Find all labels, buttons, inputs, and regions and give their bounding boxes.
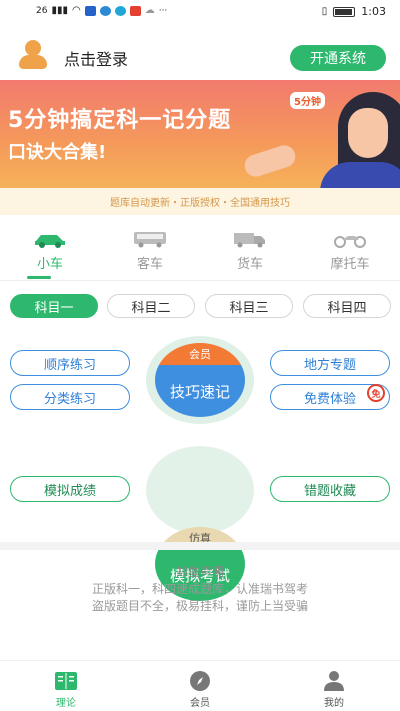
- wifi-icon: ◠: [71, 5, 81, 16]
- tab-truck-label: 货车: [236, 257, 263, 272]
- nav-member-label: 会员: [190, 698, 210, 709]
- battery-icon: [333, 6, 356, 17]
- bus-icon: [133, 230, 167, 248]
- exam-ring: [146, 446, 254, 534]
- tips-circle-button[interactable]: 会员 技巧速记: [155, 343, 245, 417]
- avatar[interactable]: [17, 40, 49, 72]
- car-icon: [33, 230, 67, 248]
- feature-strip: 题库自动更新・正版授权・全国通用技巧: [0, 188, 400, 215]
- nav-member[interactable]: 会员: [170, 670, 230, 709]
- login-link[interactable]: 点击登录: [64, 46, 128, 70]
- truck-icon: [233, 230, 267, 248]
- tab-truck[interactable]: 货车: [215, 228, 285, 272]
- open-system-button[interactable]: 开通系统: [290, 45, 386, 71]
- local-topics-button[interactable]: 地方专题: [270, 350, 390, 376]
- book-icon: [54, 670, 78, 692]
- clock: 1:03: [361, 5, 386, 18]
- status-right: ▯ 1:03: [322, 5, 386, 18]
- sequential-practice-button[interactable]: 顺序练习: [10, 350, 130, 376]
- subject-1[interactable]: 科目一: [10, 294, 98, 318]
- app-icon-2: [99, 5, 111, 16]
- free-badge: 免: [367, 384, 385, 402]
- wrong-collect-button[interactable]: 错题收藏: [270, 476, 390, 502]
- tab-car[interactable]: 小车: [15, 228, 85, 272]
- notice-line-2: 盗版题目不全，极易挂科，谨防上当受骗: [91, 599, 308, 613]
- app-icon-3: [114, 5, 126, 16]
- nav-mine[interactable]: 我的: [304, 670, 364, 709]
- divider: [0, 280, 400, 281]
- vibrate-icon: ▯: [321, 6, 328, 17]
- tips-label: 技巧速记: [155, 365, 245, 417]
- status-left: 26 ▮▮▮ ◠ ☁ ···: [36, 5, 167, 16]
- app-icon-4: [129, 5, 141, 16]
- promo-banner[interactable]: 5分钟搞定科一记分题 口诀大合集! 5分钟: [0, 80, 400, 188]
- active-tab-indicator: [27, 276, 51, 279]
- section-divider: [0, 542, 400, 550]
- subject-4[interactable]: 科目四: [303, 294, 391, 318]
- nav-mine-label: 我的: [324, 698, 344, 709]
- signal-label: 26: [36, 5, 48, 16]
- banner-title: 5分钟搞定科一记分题: [8, 108, 232, 133]
- signal-icon: ▮▮▮: [51, 5, 68, 16]
- motorcycle-icon: [333, 230, 367, 248]
- cloud-icon: ☁: [144, 5, 155, 16]
- subject-3[interactable]: 科目三: [205, 294, 293, 318]
- more-icon: ···: [158, 5, 168, 16]
- tab-motorcycle[interactable]: 摩托车: [315, 228, 385, 272]
- app-icon-1: [84, 5, 96, 16]
- tab-car-label: 小车: [36, 257, 63, 272]
- nav-theory-label: 理论: [56, 698, 76, 709]
- tab-motorcycle-label: 摩托车: [330, 257, 370, 272]
- subject-2[interactable]: 科目二: [107, 294, 195, 318]
- notice-line-1: 正版科一，科四速成题库，认准瑞书驾考: [91, 582, 308, 596]
- nav-theory[interactable]: 理论: [36, 670, 96, 709]
- tips-cap: 会员: [155, 343, 245, 365]
- compass-icon: [188, 670, 212, 692]
- category-practice-button[interactable]: 分类练习: [10, 384, 130, 410]
- tab-bus-label: 客车: [136, 257, 163, 272]
- status-bar: 26 ▮▮▮ ◠ ☁ ··· ▯ 1:03: [0, 0, 400, 24]
- mock-score-button[interactable]: 模拟成绩: [10, 476, 130, 502]
- banner-badge: 5分钟: [290, 92, 325, 109]
- tab-bus[interactable]: 客车: [115, 228, 185, 272]
- user-icon: [322, 670, 346, 692]
- notice-title: 郑重声明: [175, 565, 224, 579]
- banner-subtitle: 口诀大合集!: [8, 142, 107, 163]
